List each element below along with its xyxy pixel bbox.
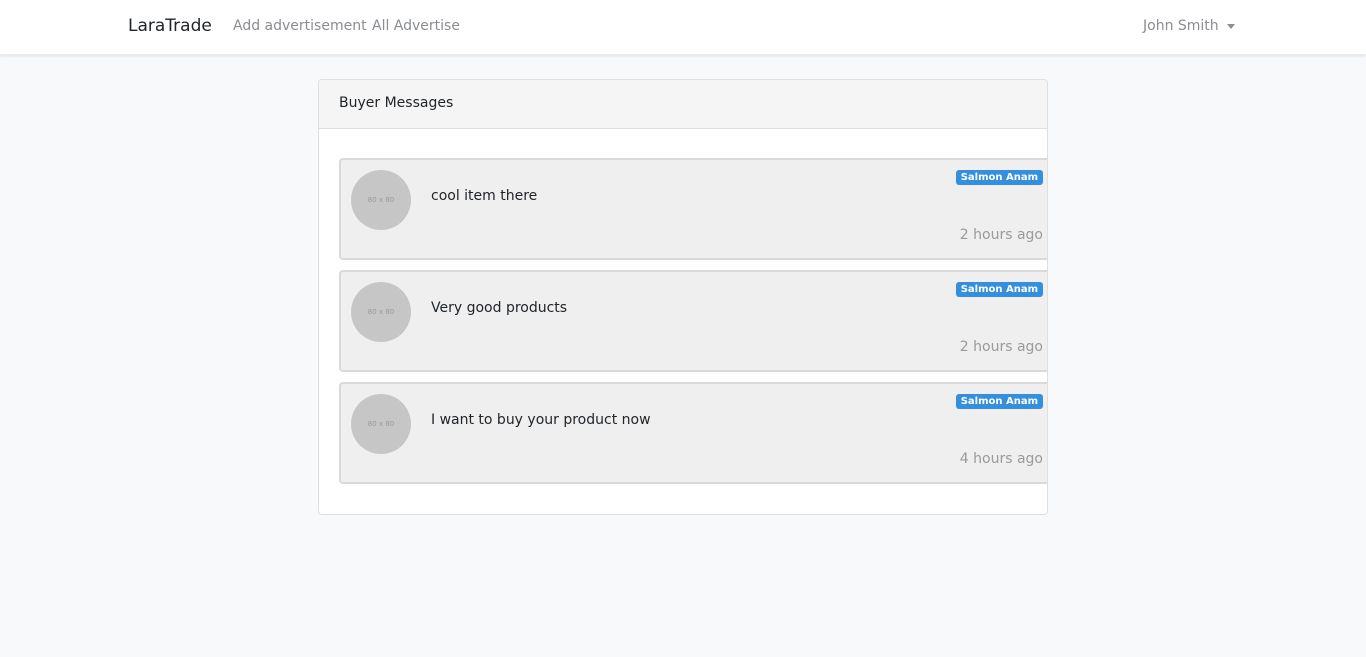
sender-badge[interactable]: Salmon Anam (955, 170, 1043, 185)
avatar: 80 x 80 (351, 282, 411, 342)
sender-badge[interactable]: Salmon Anam (955, 394, 1043, 409)
nav-link-all-advertise[interactable]: All Advertise (372, 18, 460, 34)
user-name: John Smith (1143, 18, 1219, 34)
avatar: 80 x 80 (351, 394, 411, 454)
brand-link[interactable]: LaraTrade (128, 16, 212, 36)
sender-badge[interactable]: Salmon Anam (955, 282, 1043, 297)
card-header: Buyer Messages (319, 80, 1047, 129)
message-text: Very good products (431, 300, 568, 316)
user-dropdown[interactable]: John Smith (1143, 18, 1235, 34)
nav-link-add-advertisement[interactable]: Add advertisement (233, 18, 367, 34)
message-item[interactable]: 80 x 80 cool item there Salmon Anam 2 ho… (339, 158, 1047, 260)
message-item[interactable]: 80 x 80 I want to buy your product now S… (339, 382, 1047, 484)
message-item[interactable]: 80 x 80 Very good products Salmon Anam 2… (339, 270, 1047, 372)
chevron-down-icon (1226, 23, 1235, 29)
message-text: cool item there (431, 188, 538, 204)
avatar: 80 x 80 (351, 170, 411, 230)
message-list: 80 x 80 cool item there Salmon Anam 2 ho… (319, 129, 1047, 484)
buyer-messages-card: Buyer Messages 80 x 80 cool item there S… (318, 79, 1048, 515)
message-timestamp: 2 hours ago (959, 227, 1043, 243)
message-timestamp: 2 hours ago (959, 339, 1043, 355)
message-text: I want to buy your product now (431, 412, 651, 428)
message-timestamp: 4 hours ago (959, 451, 1043, 467)
navbar: LaraTrade Add advertisement All Advertis… (0, 0, 1366, 55)
